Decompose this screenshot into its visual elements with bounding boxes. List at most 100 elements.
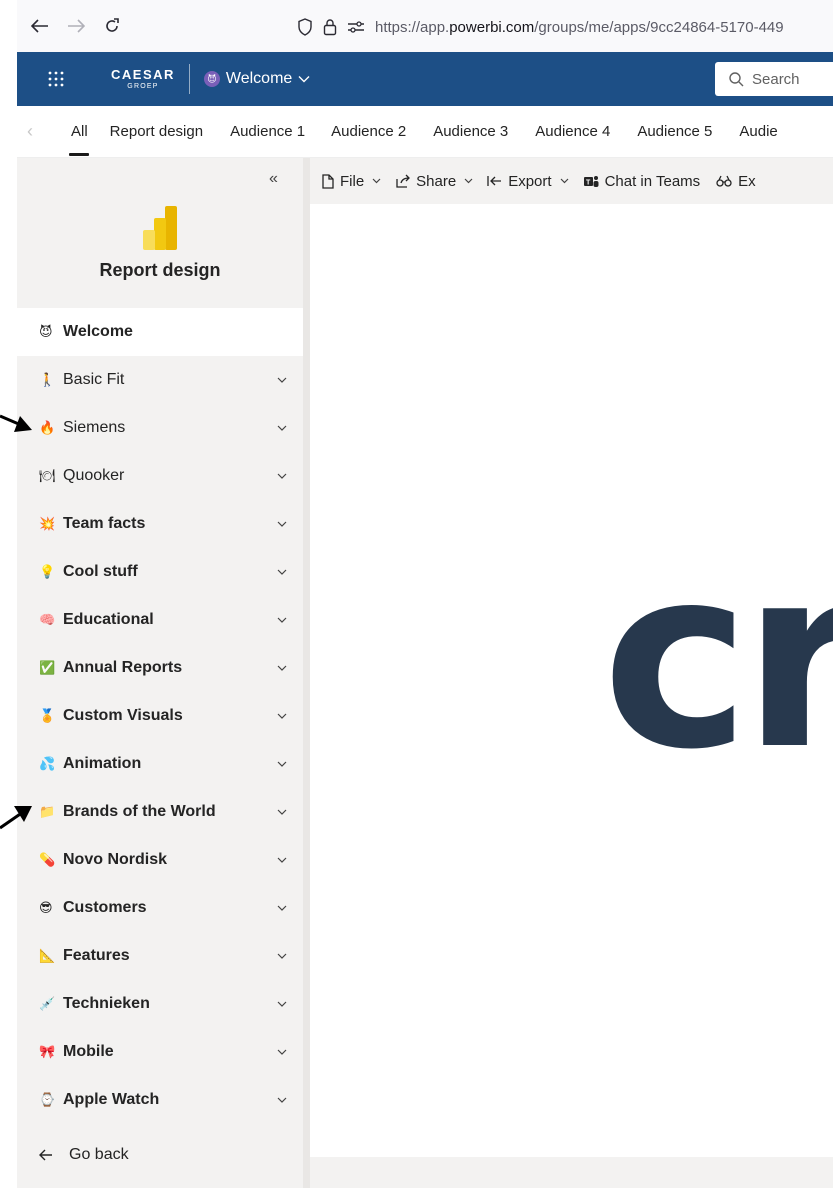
tab-report-design[interactable]: Report design <box>110 106 203 158</box>
go-back-link[interactable]: Go back <box>39 1146 129 1164</box>
chevron-down-icon[interactable] <box>277 665 287 671</box>
chevron-down-icon[interactable] <box>277 953 287 959</box>
nav-item-siemens[interactable]: 🔥 Siemens <box>17 404 303 452</box>
nav-item-label: Technieken <box>63 995 150 1012</box>
sweat-droplets-icon: 💦 <box>39 756 56 771</box>
nav-item-label: Welcome <box>63 323 133 340</box>
report-action-bar: File Share Export T Chat in Teams Ex <box>310 158 833 204</box>
lightbulb-icon: 💡 <box>39 564 56 579</box>
app-switcher[interactable]: 😈 Welcome <box>203 70 310 88</box>
nav-item-brands-of-the-world[interactable]: 📁 Brands of the World <box>17 788 303 836</box>
chevron-down-icon[interactable] <box>277 617 287 623</box>
nav-item-annual-reports[interactable]: ✅ Annual Reports <box>17 644 303 692</box>
nav-item-features[interactable]: 📐 Features <box>17 932 303 980</box>
search-input[interactable]: Search <box>715 62 833 96</box>
chevron-down-icon <box>372 178 381 184</box>
tab-audience-4[interactable]: Audience 4 <box>535 106 610 158</box>
browser-toolbar: https://app.powerbi.com/groups/me/apps/9… <box>17 0 833 52</box>
chevron-down-icon[interactable] <box>277 569 287 575</box>
chevron-down-icon[interactable] <box>277 713 287 719</box>
chevron-down-icon[interactable] <box>277 425 287 431</box>
collapse-pane-icon[interactable]: « <box>269 170 278 188</box>
lock-icon <box>323 19 337 36</box>
sunglasses-face-icon: 😎 <box>39 900 53 915</box>
address-bar[interactable]: https://app.powerbi.com/groups/me/apps/9… <box>297 12 784 42</box>
tab-audience-2[interactable]: Audience 2 <box>331 106 406 158</box>
brand-logo[interactable]: CAESAR GROEP <box>111 68 175 90</box>
syringe-icon: 💉 <box>39 996 56 1011</box>
nav-item-apple-watch[interactable]: ⌚ Apple Watch <box>17 1076 303 1124</box>
svg-text:T: T <box>586 179 591 186</box>
nav-item-basic-fit[interactable]: 🚶 Basic Fit <box>17 356 303 404</box>
share-icon <box>396 174 411 188</box>
audience-tabs: ‹ All Report design Audience 1 Audience … <box>17 106 833 158</box>
tab-all[interactable]: All <box>71 106 88 158</box>
nav-item-quooker[interactable]: 🍽 Quooker <box>17 452 303 500</box>
chevron-down-icon[interactable] <box>277 761 287 767</box>
header-divider <box>188 64 190 94</box>
tab-audience-6[interactable]: Audie <box>739 106 777 158</box>
reload-icon[interactable] <box>99 13 125 39</box>
chat-in-teams-button[interactable]: T Chat in Teams <box>583 172 701 190</box>
export-menu-button[interactable]: Export <box>487 173 568 190</box>
plate-icon: 🍽 <box>39 468 56 483</box>
teams-icon: T <box>583 175 599 187</box>
app-navigation-pane: « Report design 😈 Welcome 🚶 Basic Fit 🔥 … <box>17 158 310 1188</box>
pane-scrollbar[interactable] <box>303 158 310 1188</box>
chevron-down-icon[interactable] <box>277 473 287 479</box>
tab-audience-3[interactable]: Audience 3 <box>433 106 508 158</box>
app-launcher-icon[interactable] <box>31 52 81 106</box>
forward-arrow-icon[interactable] <box>63 13 89 39</box>
nav-item-label: Customers <box>63 899 147 916</box>
nav-item-custom-visuals[interactable]: 🏅 Custom Visuals <box>17 692 303 740</box>
file-label: File <box>340 172 365 190</box>
share-label: Share <box>416 172 457 190</box>
chevron-down-icon[interactable] <box>277 1049 287 1055</box>
nav-item-customers[interactable]: 😎 Customers <box>17 884 303 932</box>
chevron-down-icon[interactable] <box>277 521 287 527</box>
shield-icon <box>298 18 312 36</box>
chevron-down-icon[interactable] <box>277 905 287 911</box>
chevron-down-icon[interactable] <box>277 377 287 383</box>
chevron-down-icon[interactable] <box>277 1001 287 1007</box>
nav-list: 😈 Welcome 🚶 Basic Fit 🔥 Siemens 🍽 Quooke… <box>17 308 303 1124</box>
medal-icon: 🏅 <box>39 708 56 723</box>
explore-button[interactable]: Ex <box>716 173 756 190</box>
share-menu-button[interactable]: Share <box>395 173 473 190</box>
tab-audience-1[interactable]: Audience 1 <box>230 106 305 158</box>
chevron-down-icon[interactable] <box>277 857 287 863</box>
back-arrow-icon <box>39 1149 52 1161</box>
chevron-down-icon[interactable] <box>277 1097 287 1103</box>
nav-item-technieken[interactable]: 💉 Technieken <box>17 980 303 1028</box>
brand-name: CAESAR <box>111 67 175 82</box>
chat-label: Chat in Teams <box>604 172 701 190</box>
nav-item-label: Educational <box>63 611 154 628</box>
nav-item-mobile[interactable]: 🎀 Mobile <box>17 1028 303 1076</box>
back-arrow-icon[interactable] <box>27 13 53 39</box>
export-icon <box>487 176 502 186</box>
watch-icon: ⌚ <box>39 1092 56 1107</box>
chevron-down-icon[interactable] <box>277 809 287 815</box>
app-header: CAESAR GROEP 😈 Welcome Search <box>17 52 833 106</box>
search-icon <box>729 71 744 86</box>
nav-item-label: Mobile <box>63 1043 114 1060</box>
nav-item-label: Features <box>63 947 130 964</box>
nav-item-welcome[interactable]: 😈 Welcome <box>17 308 303 356</box>
export-label: Export <box>508 172 552 190</box>
nav-item-novo-nordisk[interactable]: 💊 Novo Nordisk <box>17 836 303 884</box>
explore-label: Ex <box>738 172 756 190</box>
file-menu-button[interactable]: File <box>322 173 381 190</box>
nav-item-educational[interactable]: 🧠 Educational <box>17 596 303 644</box>
nav-item-label: Animation <box>63 755 142 772</box>
chevron-left-icon[interactable]: ‹ <box>27 121 47 142</box>
tab-audience-5[interactable]: Audience 5 <box>637 106 712 158</box>
nav-item-label: Annual Reports <box>63 659 183 676</box>
brand-subname: GROEP <box>127 83 159 90</box>
nav-item-team-facts[interactable]: 💥 Team facts <box>17 500 303 548</box>
permissions-icon[interactable] <box>347 20 365 34</box>
annotation-arrow-icon <box>0 806 32 830</box>
brain-icon: 🧠 <box>39 612 56 627</box>
url-text: https://app.powerbi.com/groups/me/apps/9… <box>375 18 784 36</box>
nav-item-cool-stuff[interactable]: 💡 Cool stuff <box>17 548 303 596</box>
nav-item-animation[interactable]: 💦 Animation <box>17 740 303 788</box>
